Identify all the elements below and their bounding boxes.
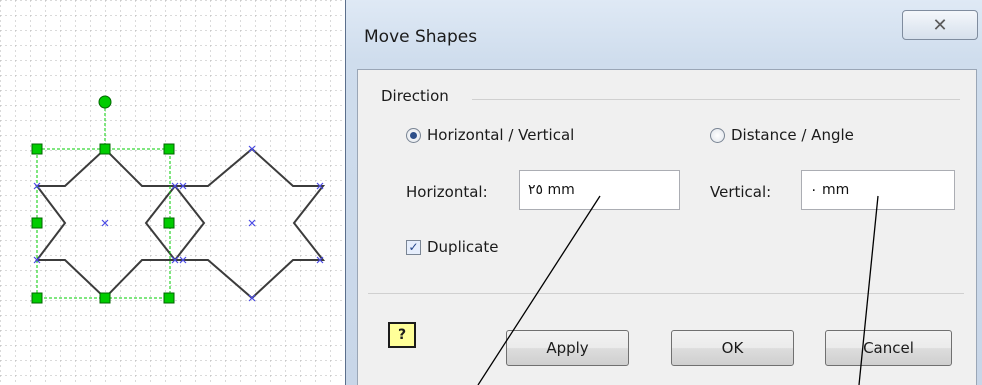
cancel-button[interactable]: Cancel — [825, 330, 952, 366]
help-button[interactable]: ? — [388, 322, 416, 348]
close-icon: ✕ — [932, 14, 948, 36]
radio-button-icon — [406, 127, 421, 143]
drawing-grid — [0, 0, 345, 385]
dialog-client-area: Direction Horizontal / Vertical Distance… — [357, 69, 977, 385]
dialog-title: Move Shapes — [364, 27, 478, 47]
rotation-handle[interactable] — [98, 95, 112, 109]
close-button[interactable]: ✕ — [902, 10, 978, 40]
horizontal-input[interactable]: ٢٥ mm — [519, 170, 680, 210]
move-shapes-dialog: Move Shapes ✕ Direction Horizontal / Ver… — [345, 0, 982, 385]
horizontal-label: Horizontal: — [406, 183, 488, 201]
radio-label: Horizontal / Vertical — [427, 126, 575, 144]
radio-button-icon — [710, 127, 725, 143]
drawing-canvas[interactable] — [0, 0, 345, 385]
radio-distance-angle[interactable]: Distance / Angle — [710, 126, 854, 144]
radio-label: Distance / Angle — [731, 126, 854, 144]
help-icon: ? — [397, 327, 407, 343]
button-separator — [368, 293, 964, 294]
vertical-label: Vertical: — [710, 183, 772, 201]
group-divider — [472, 99, 960, 100]
apply-button[interactable]: Apply — [506, 330, 629, 366]
direction-group-label: Direction — [381, 87, 449, 105]
duplicate-label: Duplicate — [427, 238, 499, 256]
vertical-input[interactable]: ٠ mm — [801, 170, 955, 210]
ok-button[interactable]: OK — [671, 330, 794, 366]
duplicate-checkbox[interactable]: ✓ Duplicate — [406, 238, 498, 256]
checkmark-icon: ✓ — [406, 239, 421, 255]
radio-horizontal-vertical[interactable]: Horizontal / Vertical — [406, 126, 574, 144]
